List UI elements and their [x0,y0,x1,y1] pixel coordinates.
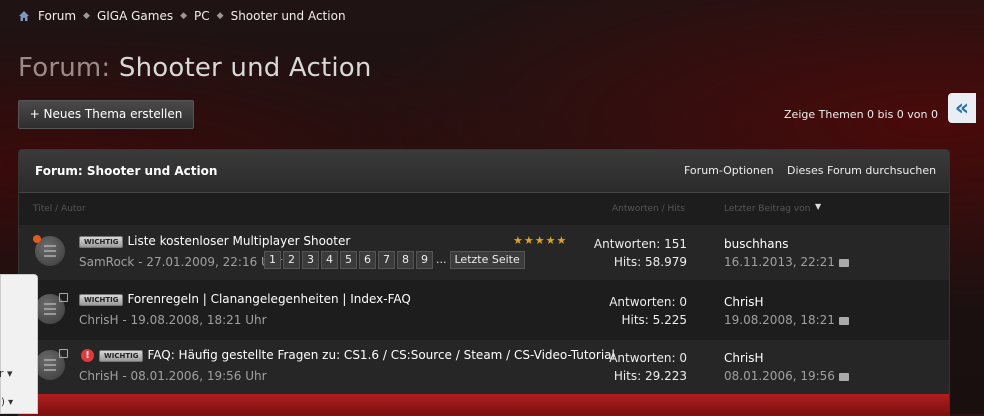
home-icon[interactable] [18,10,30,22]
thread-title[interactable]: WICHTIG Forenregeln | Clanangelegenheiten… [79,292,411,306]
thread-title-text[interactable]: Forenregeln | Clanangelegenheiten | Inde… [127,292,410,306]
thread-title-text[interactable]: FAQ: Häufig gestellte Fragen zu: CS1.6 /… [147,348,614,362]
page-title-name: Shooter und Action [118,53,372,83]
breadcrumb-shooter[interactable]: Shooter und Action [231,9,346,23]
thread-count-text: Zeige Themen 0 bis 0 von 0 [784,108,938,121]
breadcrumb-forum[interactable]: Forum [38,9,76,23]
thread-title[interactable]: WICHTIG FAQ: Häufig gestellte Fragen zu: … [99,348,615,362]
page-link[interactable]: 1 [264,251,281,269]
page-title: Forum: Shooter und Action [18,53,372,83]
column-last-post[interactable]: Letzter Beitrag von [724,204,810,214]
alert-icon: ! [81,349,94,362]
last-post-user[interactable]: ChrisH [724,293,849,311]
column-replies-hits[interactable]: Antworten / Hits [612,204,685,214]
breadcrumb-separator-icon: ◆ [216,11,224,21]
hit-count: Hits: 58.979 [613,255,687,269]
go-to-post-icon[interactable] [838,372,849,381]
thread-stats: Antworten: 0 Hits: 5.225 [609,293,687,329]
last-post: buschhans 16.11.2013, 22:21 [724,235,849,271]
hot-thread-icon [33,235,41,243]
panel-header: Forum: Shooter und Action Forum-Optionen… [19,150,949,193]
page-link[interactable]: 5 [340,251,357,269]
new-thread-button[interactable]: + Neues Thema erstellen [18,100,194,129]
thread-meta: ChrisH - 19.08.2008, 18:21 Uhr [79,313,267,327]
last-post-date: 16.11.2013, 22:21 [724,255,835,269]
breadcrumb-separator-icon: ◆ [180,11,188,21]
last-post: ChrisH 19.08.2008, 18:21 [724,293,849,329]
collapse-sidebar-icon[interactable]: « [948,93,976,123]
thread-list-panel: Forum: Shooter und Action Forum-Optionen… [18,149,950,416]
page-link[interactable]: 9 [416,251,433,269]
breadcrumb-pc[interactable]: PC [194,9,210,23]
last-post: ChrisH 08.01.2006, 19:56 [724,349,849,385]
table-row[interactable]: ! WICHTIG FAQ: Häufig gestellte Fragen zu… [19,340,949,394]
reply-count: Antworten: 0 [609,295,687,309]
page-link[interactable]: 3 [302,251,319,269]
table-row[interactable]: WICHTIG Liste kostenloser Multiplayer Sho… [19,226,949,280]
page-link[interactable]: 2 [283,251,300,269]
page-link[interactable]: 8 [397,251,414,269]
lock-icon [59,293,68,302]
column-title-author[interactable]: Titel / Autor [33,204,86,214]
last-post-date: 19.08.2008, 18:21 [724,313,835,327]
go-to-post-icon[interactable] [838,258,849,267]
sticky-badge: WICHTIG [79,235,124,248]
panel-footer-bar [19,394,949,415]
last-post-user[interactable]: buschhans [724,235,849,253]
page-title-prefix: Forum: [18,53,111,83]
breadcrumb: Forum ◆ GIGA Games ◆ PC ◆ Shooter und Ac… [18,9,346,23]
column-headers: Titel / Autor Antworten / Hits Letzter B… [19,193,949,226]
sticky-badge: WICHTIG [99,349,144,362]
overlay-dropdown[interactable]: r ▾ [0,367,13,380]
thread-meta: ChrisH - 08.01.2006, 19:56 Uhr [79,369,267,383]
thread-title[interactable]: WICHTIG Liste kostenloser Multiplayer Sho… [79,234,350,248]
hit-count: Hits: 29.223 [613,369,687,383]
go-to-post-icon[interactable] [838,316,849,325]
lock-icon [59,349,68,358]
page-link[interactable]: 4 [321,251,338,269]
search-forum-link[interactable]: Dieses Forum durchsuchen [787,164,936,177]
thread-pager: 1 2 3 4 5 6 7 8 9 ... Letzte Seite [264,251,525,269]
panel-title: Forum: Shooter und Action [35,164,218,178]
last-post-date: 08.01.2006, 19:56 [724,369,835,383]
last-page-link[interactable]: Letzte Seite [449,251,525,269]
breadcrumb-giga-games[interactable]: GIGA Games [97,9,173,23]
thread-stats: Antworten: 0 Hits: 29.223 [609,349,687,385]
page-link[interactable]: 6 [359,251,376,269]
hit-count: Hits: 5.225 [621,313,687,327]
table-row[interactable]: WICHTIG Forenregeln | Clanangelegenheiten… [19,284,949,338]
sticky-badge: WICHTIG [79,293,124,306]
last-post-user[interactable]: ChrisH [724,349,849,367]
thread-meta: SamRock - 27.01.2009, 22:16 Uhr [79,255,283,269]
rating-stars-icon: ★★★★★ [513,234,568,247]
overlay-dropdown[interactable]: ) ▾ [1,397,13,408]
thread-stats: Antworten: 151 Hits: 58.979 [594,235,687,271]
breadcrumb-separator-icon: ◆ [83,11,90,21]
page-ellipsis: ... [436,253,447,266]
sort-desc-icon[interactable]: ▼ [815,202,821,211]
thread-title-text[interactable]: Liste kostenloser Multiplayer Shooter [127,234,350,248]
overlay-panel[interactable]: r ▾ ) ▾ [0,274,38,414]
forum-options-link[interactable]: Forum-Optionen [684,164,774,177]
page-link[interactable]: 7 [378,251,395,269]
reply-count: Antworten: 0 [609,351,687,365]
reply-count: Antworten: 151 [593,237,687,251]
